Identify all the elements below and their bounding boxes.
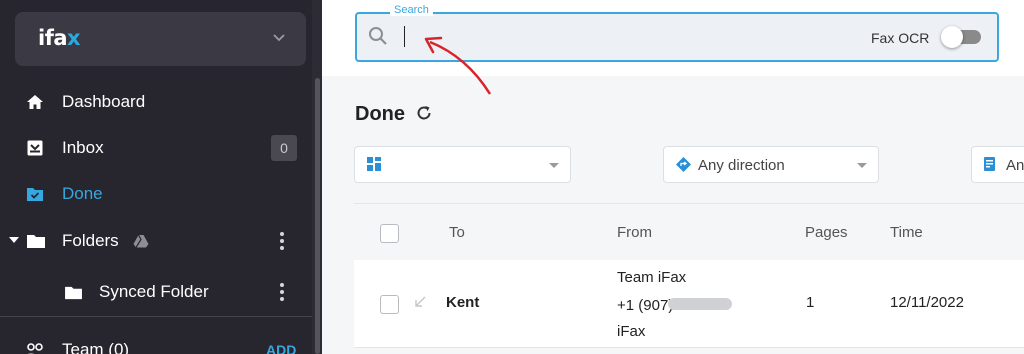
folder-icon — [62, 281, 84, 303]
folder-check-icon — [24, 183, 46, 205]
chevron-down-icon — [272, 30, 286, 48]
status-icon — [984, 157, 998, 177]
sidebar-item-folders[interactable]: Folders — [0, 221, 312, 261]
team-icon — [24, 339, 46, 354]
column-header-time[interactable]: Time — [890, 224, 923, 241]
redacted-number — [668, 298, 732, 310]
sidebar-item-label: Done — [62, 184, 103, 203]
table-header: To From Pages Time — [354, 203, 1024, 260]
home-icon — [24, 91, 46, 113]
row-from-company: iFax — [617, 323, 646, 340]
fax-ocr-toggle[interactable] — [941, 26, 983, 48]
add-team-link[interactable]: ADD — [266, 342, 296, 354]
incoming-arrow-icon — [413, 295, 427, 314]
sidebar-item-synced-folder[interactable]: Synced Folder — [0, 272, 312, 312]
synced-folder-menu-button[interactable] — [276, 281, 288, 303]
ifax-logo: ifax — [38, 26, 81, 50]
inbox-count-badge: 0 — [271, 135, 297, 161]
direction-icon — [676, 157, 691, 177]
sidebar-item-inbox[interactable]: Inbox 0 — [0, 128, 312, 168]
inbox-icon — [24, 137, 46, 159]
filter-value: Any direction — [698, 157, 785, 174]
row-to: Kent — [446, 294, 480, 311]
row-from-number: +1 (907) — [617, 297, 674, 314]
row-pages: 1 — [806, 294, 815, 311]
row-from-name: Team iFax — [617, 269, 687, 286]
sidebar-item-label: Folders — [62, 231, 119, 250]
sidebar-item-done[interactable]: Done — [0, 174, 312, 214]
select-all-checkbox[interactable] — [380, 224, 399, 243]
sidebar-item-label: Dashboard — [62, 92, 146, 111]
page-title: Done — [355, 103, 405, 125]
sidebar-item-team[interactable]: Team (0) ADD — [0, 330, 312, 354]
row-checkbox[interactable] — [380, 295, 399, 314]
caret-down-icon — [857, 163, 867, 168]
grid-icon — [367, 157, 381, 176]
category-filter-select[interactable] — [354, 146, 571, 183]
google-drive-icon — [133, 234, 149, 253]
workspace-switcher[interactable]: ifax — [15, 12, 306, 66]
text-cursor — [404, 26, 405, 47]
sidebar-item-label: Inbox — [62, 138, 104, 157]
column-header-to[interactable]: To — [449, 224, 465, 241]
column-header-from[interactable]: From — [617, 224, 652, 241]
sidebar-item-label: Synced Folder — [99, 282, 209, 301]
caret-down-icon — [549, 163, 559, 168]
filter-value: An — [1006, 157, 1024, 174]
row-time: 12/11/2022 — [890, 294, 964, 311]
sidebar-item-dashboard[interactable]: Dashboard — [0, 82, 312, 122]
refresh-icon[interactable] — [415, 104, 433, 127]
column-header-pages[interactable]: Pages — [805, 224, 848, 241]
direction-filter-select[interactable]: Any direction — [663, 146, 879, 183]
sidebar-item-label: Team (0) — [62, 340, 130, 354]
folders-menu-button[interactable] — [276, 230, 288, 252]
status-filter-select[interactable]: An — [971, 146, 1024, 183]
expand-caret-icon[interactable] — [9, 237, 19, 243]
search-icon — [368, 26, 388, 51]
sidebar-divider — [0, 316, 312, 317]
folder-icon — [25, 230, 47, 252]
fax-ocr-label: Fax OCR — [871, 30, 930, 46]
sidebar: ifax Dashboard Inbox 0 Done Folders Sync… — [0, 0, 322, 354]
sidebar-scrollbar-thumb[interactable] — [315, 78, 320, 354]
fax-table: To From Pages Time Kent Team iFax +1 (90… — [354, 203, 1024, 354]
search-label: Search — [390, 4, 433, 16]
